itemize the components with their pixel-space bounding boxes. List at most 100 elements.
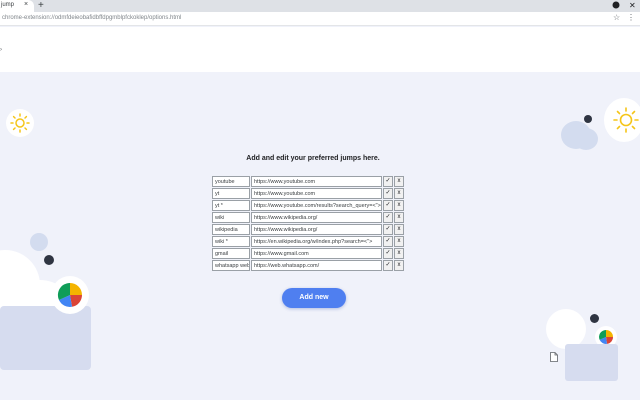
delete-cell: x	[394, 188, 404, 199]
url-cell: https://www.wikipedia.org/	[251, 224, 382, 235]
page-heading: Add and edit your preferred jumps here.	[246, 155, 380, 162]
name-cell: yt *	[212, 200, 250, 211]
table-row: gmail https://www.gmail.com ✓ x	[212, 248, 404, 259]
delete-cell: x	[394, 212, 404, 223]
name-cell: yt	[212, 188, 250, 199]
save-row-button[interactable]: ✓	[383, 224, 393, 235]
delete-row-button[interactable]: x	[394, 260, 404, 271]
document-icon	[550, 349, 558, 367]
confirm-cell: ✓	[383, 260, 393, 271]
sun-icon	[613, 107, 639, 133]
save-row-button[interactable]: ✓	[383, 188, 393, 199]
table-row: wiki https://www.wikipedia.org/✓ x	[212, 212, 404, 223]
delete-row-button[interactable]: x	[394, 176, 404, 187]
sun-badge-left	[6, 109, 34, 137]
delete-row-button[interactable]: x	[394, 236, 404, 247]
table-row: wikipedia https://www.wikipedia.org/✓ x	[212, 224, 404, 235]
name-cell: whatsapp web	[212, 260, 250, 271]
save-row-button[interactable]: ✓	[383, 212, 393, 223]
menu-icon[interactable]: ⋮	[627, 13, 635, 22]
delete-row-button[interactable]: x	[394, 200, 404, 211]
save-row-button[interactable]: ✓	[383, 236, 393, 247]
jump-name-input[interactable]: youtube	[212, 176, 250, 187]
dot-light-left	[30, 233, 48, 251]
cloud-right-puff	[574, 128, 598, 150]
table-row: yt https://www.youtube.com ✓ x	[212, 188, 404, 199]
jump-url-input[interactable]: https://www.youtube.com/results?search_q…	[251, 200, 382, 211]
confirm-cell: ✓	[383, 188, 393, 199]
delete-cell: x	[394, 224, 404, 235]
url-cell: https://www.youtube.com/results?search_q…	[251, 200, 382, 211]
dot-dark-right	[584, 115, 592, 123]
save-row-button[interactable]: ✓	[383, 200, 393, 211]
delete-cell: x	[394, 200, 404, 211]
url-cell: https://www.gmail.com	[251, 248, 382, 259]
save-row-button[interactable]: ✓	[383, 248, 393, 259]
delete-row-button[interactable]: x	[394, 224, 404, 235]
delete-cell: x	[394, 248, 404, 259]
confirm-cell: ✓	[383, 248, 393, 259]
jump-url-input[interactable]: https://www.wikipedia.org/	[251, 224, 382, 235]
save-row-button[interactable]: ✓	[383, 176, 393, 187]
cloud-right-bottom	[546, 309, 586, 349]
page-header	[0, 27, 640, 72]
confirm-cell: ✓	[383, 176, 393, 187]
delete-row-button[interactable]: x	[394, 188, 404, 199]
url-path: odmfdeieobafidbffdpgmblpfckoklep/options…	[54, 15, 182, 21]
name-cell: wiki	[212, 212, 250, 223]
add-new-button[interactable]: Add new	[282, 288, 346, 308]
url-cell: https://en.wikipedia.org/w/index.php?sea…	[251, 236, 382, 247]
side-arrow-icon: ›	[0, 47, 2, 53]
profile-icon[interactable]	[612, 1, 620, 12]
confirm-cell: ✓	[383, 224, 393, 235]
jump-name-input[interactable]: wiki	[212, 212, 250, 223]
jump-url-input[interactable]: https://en.wikipedia.org/w/index.php?sea…	[251, 236, 382, 247]
name-cell: wiki *	[212, 236, 250, 247]
browser-tab[interactable]: jump ×	[0, 0, 34, 12]
star-icon[interactable]: ☆	[613, 13, 620, 22]
name-cell: youtube	[212, 176, 250, 187]
new-tab-button[interactable]: +	[38, 0, 44, 12]
delete-row-button[interactable]: x	[394, 212, 404, 223]
jump-name-input[interactable]: yt *	[212, 200, 250, 211]
table-row: wiki * https://en.wikipedia.org/w/index.p…	[212, 236, 404, 247]
address-bar[interactable]: chrome-extension://odmfdeieobafidbffdpgm…	[0, 12, 640, 26]
sun-badge-right	[604, 98, 640, 142]
delete-row-button[interactable]: x	[394, 248, 404, 259]
name-cell: gmail	[212, 248, 250, 259]
url-scheme: chrome-extension://	[2, 15, 55, 21]
jump-name-input[interactable]: whatsapp web	[212, 260, 250, 271]
dot-dark-left	[44, 255, 54, 265]
jump-url-input[interactable]: https://www.youtube.com	[251, 188, 382, 199]
laptop-left	[0, 306, 91, 370]
tab-close-icon[interactable]: ×	[24, 1, 28, 8]
window-close-icon[interactable]: ✕	[629, 1, 636, 11]
confirm-cell: ✓	[383, 236, 393, 247]
jump-url-input[interactable]: https://www.gmail.com	[251, 248, 382, 259]
jumps-table: youtube https://www.youtube.com ✓ x yt https:…	[211, 175, 405, 272]
table-row: whatsapp web https://web.whatsapp.com/✓ x	[212, 260, 404, 271]
url-cell: https://www.youtube.com	[251, 176, 382, 187]
pie-badge-left	[51, 276, 89, 314]
jump-name-input[interactable]: wiki *	[212, 236, 250, 247]
delete-cell: x	[394, 260, 404, 271]
confirm-cell: ✓	[383, 212, 393, 223]
pie-chart-icon	[57, 282, 82, 307]
save-row-button[interactable]: ✓	[383, 260, 393, 271]
url-cell: https://www.wikipedia.org/	[251, 212, 382, 223]
jump-name-input[interactable]: yt	[212, 188, 250, 199]
tab-bar: jump × + ✕	[0, 0, 640, 12]
laptop-right	[565, 344, 618, 381]
jump-name-input[interactable]: wikipedia	[212, 224, 250, 235]
jump-name-input[interactable]: gmail	[212, 248, 250, 259]
confirm-cell: ✓	[383, 200, 393, 211]
delete-cell: x	[394, 236, 404, 247]
jump-url-input[interactable]: https://web.whatsapp.com/	[251, 260, 382, 271]
jump-url-input[interactable]: https://www.youtube.com	[251, 176, 382, 187]
table-row: youtube https://www.youtube.com ✓ x	[212, 176, 404, 187]
url-text[interactable]: chrome-extension://odmfdeieobafidbffdpgm…	[2, 15, 181, 21]
name-cell: wikipedia	[212, 224, 250, 235]
dot-dark-right-bottom	[590, 314, 599, 323]
sun-icon	[10, 113, 30, 133]
jump-url-input[interactable]: https://www.wikipedia.org/	[251, 212, 382, 223]
